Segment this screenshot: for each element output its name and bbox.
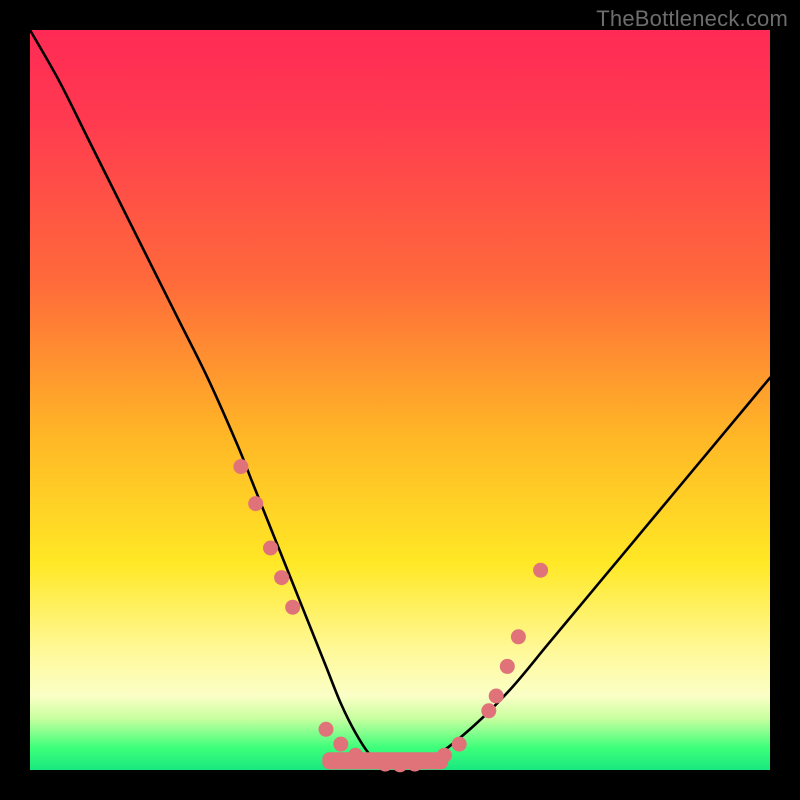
data-point — [319, 722, 334, 737]
data-point — [233, 459, 248, 474]
chart-svg — [30, 30, 770, 770]
plot-area — [30, 30, 770, 770]
data-point — [452, 737, 467, 752]
data-point — [500, 659, 515, 674]
data-point — [333, 737, 348, 752]
data-point — [248, 496, 263, 511]
data-points-group — [233, 459, 548, 772]
data-point — [274, 570, 289, 585]
data-point — [511, 629, 526, 644]
data-point — [285, 600, 300, 615]
data-point — [489, 689, 504, 704]
data-point — [263, 541, 278, 556]
bottleneck-curve — [30, 30, 770, 766]
chart-frame: TheBottleneck.com — [0, 0, 800, 800]
watermark-text: TheBottleneck.com — [596, 6, 788, 32]
data-point — [533, 563, 548, 578]
data-point — [481, 703, 496, 718]
optimal-zone-band — [322, 752, 448, 769]
